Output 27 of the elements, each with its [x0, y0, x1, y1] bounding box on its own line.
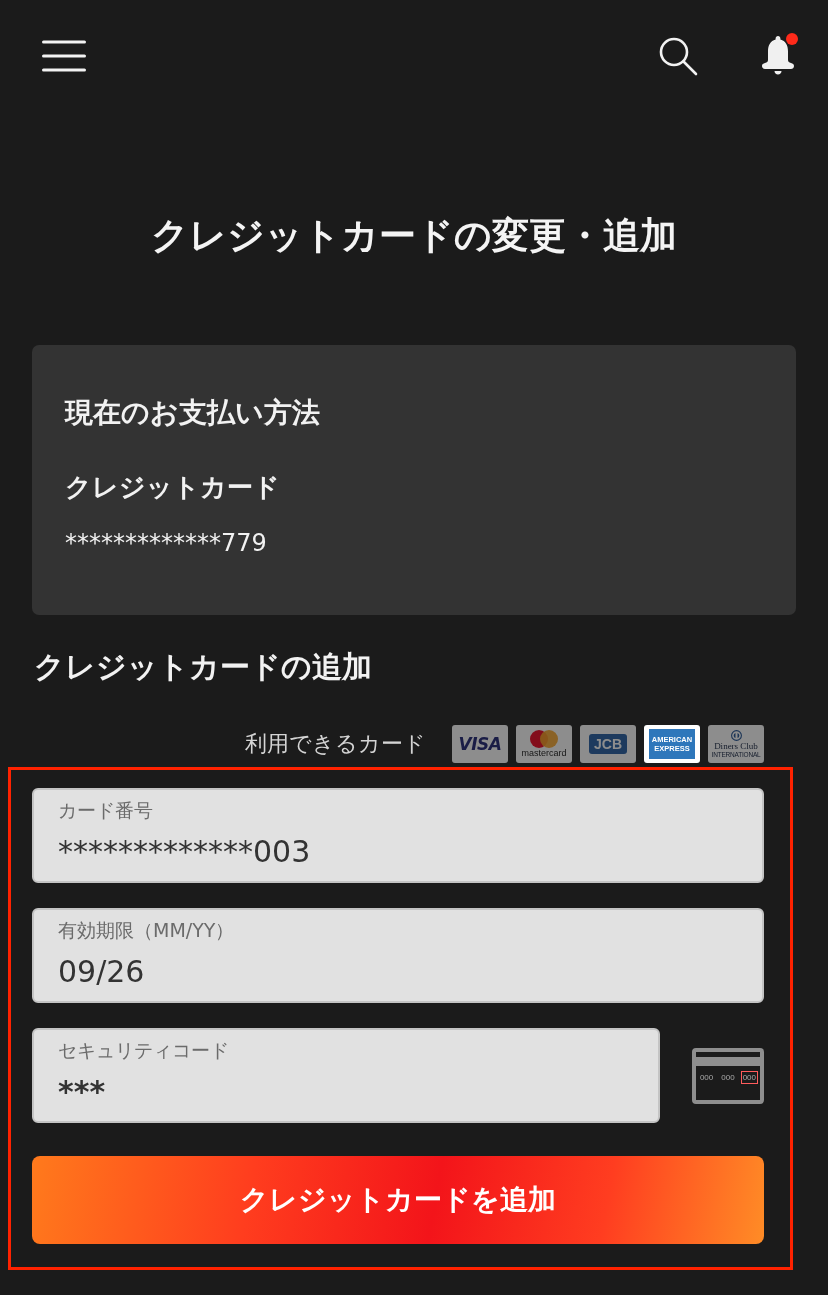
card-digits: 000 [740, 1070, 758, 1084]
field-label: カード番号 [58, 798, 153, 822]
add-card-button[interactable]: クレジットカードを追加 [32, 1156, 764, 1244]
bell-icon[interactable] [762, 36, 794, 76]
card-number-text: *************779 [65, 528, 267, 559]
circle-icon [730, 729, 742, 741]
field-value: 09/26 [58, 954, 145, 990]
field-value: *** [58, 1074, 106, 1110]
card-number-field[interactable]: カード番号 *************003 [32, 788, 764, 883]
card-digits: 000 [698, 1071, 715, 1084]
logo-text: VISA [458, 734, 502, 754]
menu-icon[interactable] [42, 40, 86, 72]
page-title: クレジットカードの変更・追加 [151, 213, 677, 259]
accepted-cards-label: 利用できるカード [245, 730, 426, 758]
logo-text: JCB [589, 734, 627, 754]
card-digits: 000 [720, 1071, 736, 1084]
overlapping-circles-icon [530, 730, 558, 748]
panel-heading: 現在のお支払い方法 [65, 395, 320, 431]
payment-method-label: クレジットカード [65, 471, 280, 504]
logo-text: mastercard [521, 748, 567, 758]
expiry-date-field[interactable]: 有効期限（MM/YY） 09/26 [32, 908, 764, 1003]
section-heading: クレジットカードの追加 [34, 648, 372, 686]
field-value: *************003 [58, 834, 311, 870]
search-icon[interactable] [659, 36, 699, 76]
security-code-field[interactable]: セキュリティコード *** [32, 1028, 660, 1123]
field-label: セキュリティコード [58, 1038, 229, 1062]
field-label: 有効期限（MM/YY） [58, 918, 235, 942]
